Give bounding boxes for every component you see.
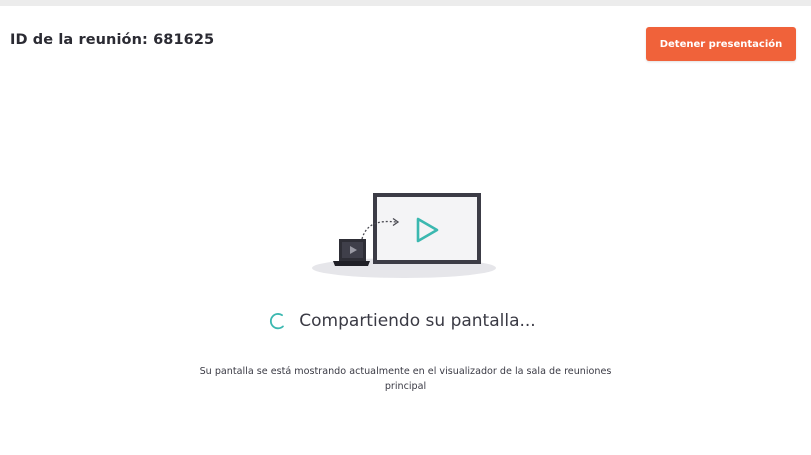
description-line-1: Su pantalla se está mostrando actualment… xyxy=(199,366,612,377)
monitor-screen xyxy=(377,197,477,260)
meeting-id-label: ID de la reunión: 681625 xyxy=(10,32,215,48)
laptop-base xyxy=(333,261,370,266)
screen-share-page: ID de la reunión: 681625 Detener present… xyxy=(0,6,811,455)
screen-share-illustration xyxy=(308,182,504,286)
sharing-status-text: Compartiendo su pantalla... xyxy=(299,311,536,331)
sharing-description: Su pantalla se está mostrando actualment… xyxy=(150,364,661,394)
description-line-2: principal xyxy=(384,381,427,392)
loading-spinner-icon xyxy=(270,313,285,330)
sharing-status: Compartiendo su pantalla... xyxy=(0,306,811,336)
stop-presentation-button[interactable]: Detener presentación xyxy=(646,27,796,61)
